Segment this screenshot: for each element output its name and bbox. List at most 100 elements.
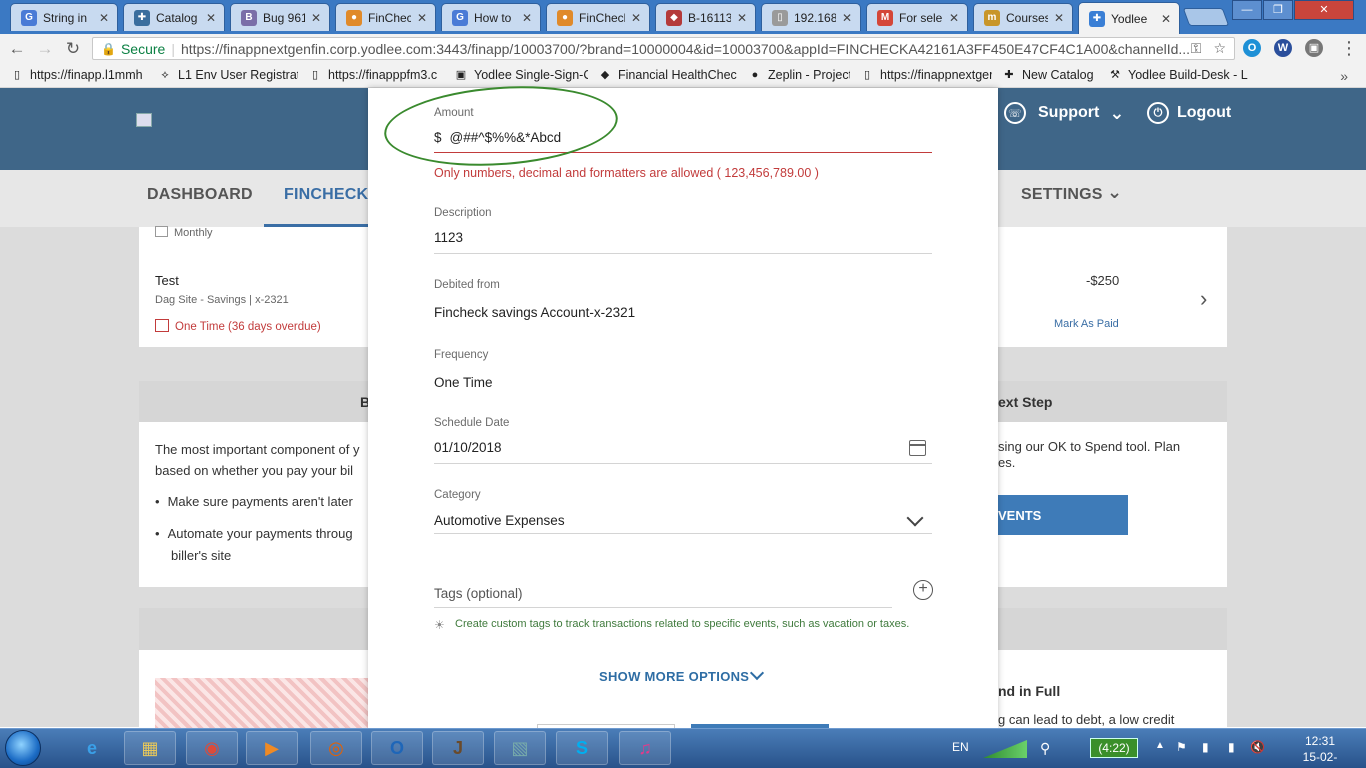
bookmark-item[interactable]: ✚ New Catalog <box>1002 68 1098 82</box>
close-icon[interactable]: ✕ <box>97 11 111 25</box>
back-icon[interactable]: ← <box>6 38 28 60</box>
minimize-button[interactable]: — <box>1232 0 1262 20</box>
taskbar-app-icon[interactable]: ▦ <box>124 731 176 765</box>
browser-tab[interactable]: m Courses ✕ <box>973 3 1073 31</box>
taskbar-app-icon[interactable]: ▶ <box>246 731 298 765</box>
close-window-button[interactable]: ✕ <box>1294 0 1354 20</box>
browser-menu-icon[interactable]: ⋮ <box>1340 38 1358 59</box>
browser-tab[interactable]: ✚ Yodlee ✕ <box>1078 2 1180 34</box>
battery-indicator[interactable]: (4:22) <box>1090 738 1138 758</box>
taskbar-app-icon[interactable]: ◎ <box>310 731 362 765</box>
url-text: https://finappnextgenfin.corp.yodlee.com… <box>180 40 1191 57</box>
promo-illustration <box>155 678 370 730</box>
forward-icon[interactable]: → <box>34 38 56 60</box>
schedule-date-label: Schedule Date <box>434 417 510 429</box>
mark-as-paid-link[interactable]: Mark As Paid <box>1054 318 1119 330</box>
tab-fincheck[interactable]: FINCHECK <box>284 186 368 204</box>
taskbar-app-icon[interactable]: ◉ <box>186 731 238 765</box>
bookmark-star-icon[interactable]: ☆ <box>1213 40 1226 57</box>
bookmark-item[interactable]: ▯ https://finapp.l1mmh <box>10 68 148 82</box>
bookmark-item[interactable]: ⟡ L1 Env User Registrat <box>158 68 298 82</box>
taskbar-app-icon[interactable]: ♫ <box>619 731 671 765</box>
tab-settings[interactable]: SETTINGS <box>1021 186 1103 204</box>
browser-tab[interactable]: ◆ B-16113 ✕ <box>655 3 756 31</box>
new-tab-button[interactable] <box>1182 8 1230 26</box>
add-tag-icon[interactable]: + <box>913 580 933 600</box>
system-clock[interactable]: 12:31 15-02-2018 <box>1290 733 1350 768</box>
chevron-right-icon[interactable]: › <box>1200 286 1207 312</box>
tab-dashboard[interactable]: DASHBOARD <box>147 186 253 204</box>
start-button[interactable] <box>5 730 41 766</box>
close-icon[interactable]: ✕ <box>840 11 854 25</box>
bookmark-item[interactable]: ▣ Yodlee Single-Sign-C <box>454 68 588 82</box>
taskbar-app-icon[interactable]: e <box>66 731 118 765</box>
signal-bars-icon[interactable]: ▮ <box>1202 740 1209 754</box>
bookmarks-overflow-icon[interactable]: » <box>1340 68 1348 84</box>
tab-favicon-icon: ▯ <box>772 9 788 26</box>
tips-bullet-continued: biller's site <box>171 548 232 563</box>
taskbar-app-icon[interactable]: S <box>556 731 608 765</box>
calendar-icon[interactable] <box>909 440 926 456</box>
reload-icon[interactable]: ↻ <box>62 38 84 60</box>
browser-tab[interactable]: ● FinCheck ✕ <box>546 3 650 31</box>
tab-title: For selen <box>899 10 943 25</box>
bookmark-icon: ▣ <box>455 69 467 81</box>
tab-favicon-icon: B <box>241 9 257 26</box>
bookmark-icon: ▯ <box>13 69 21 81</box>
close-icon[interactable]: ✕ <box>947 11 961 25</box>
tips-bullet: • Make sure payments aren't later <box>155 494 353 509</box>
close-icon[interactable]: ✕ <box>309 11 323 25</box>
bookmark-item[interactable]: ▯ https://finapppfm3.c <box>308 68 444 82</box>
taskbar-app-icon[interactable]: O <box>371 731 423 765</box>
bookmark-item[interactable]: ◆ Financial HealthChec <box>598 68 738 82</box>
yodlee-logo[interactable] <box>136 113 152 127</box>
browser-tab[interactable]: G How to ✕ <box>441 3 541 31</box>
events-button[interactable]: VENTS <box>990 495 1128 535</box>
bill-status: One Time (36 days overdue) <box>155 319 321 333</box>
browser-tab[interactable]: ✚ Catalog ✕ <box>123 3 225 31</box>
close-icon[interactable]: ✕ <box>1052 11 1066 25</box>
tab-title: How to <box>474 10 512 25</box>
taskbar-app-icon[interactable]: ▧ <box>494 731 546 765</box>
extension-icon[interactable]: O <box>1243 39 1261 57</box>
browser-tab[interactable]: G String in ✕ <box>10 3 118 31</box>
url-input[interactable]: 🔒 Secure | https://finappnextgenfin.corp… <box>92 37 1235 60</box>
bookmark-item[interactable]: ⚒ Yodlee Build-Desk - L <box>1108 68 1248 82</box>
app-glyph-icon: J <box>452 737 463 758</box>
description-input[interactable]: 1123 <box>434 230 463 245</box>
network-icon[interactable]: ⚲ <box>1040 740 1050 757</box>
lock-icon: 🔒 <box>101 41 116 56</box>
bookmark-icon: ▯ <box>863 69 871 81</box>
close-icon[interactable]: ✕ <box>629 11 643 25</box>
bookmark-item[interactable]: ● Zeplin - Project <box>748 68 850 82</box>
close-icon[interactable]: ✕ <box>1159 12 1173 26</box>
category-underline <box>434 533 932 534</box>
key-icon[interactable]: ⚿ <box>1191 40 1202 57</box>
taskbar-app-icon[interactable]: J <box>432 731 484 765</box>
browser-tab[interactable]: ▯ 192.168. ✕ <box>761 3 861 31</box>
close-icon[interactable]: ✕ <box>204 11 218 25</box>
browser-tab[interactable]: M For selen ✕ <box>866 3 968 31</box>
schedule-date-input[interactable]: 01/10/2018 <box>434 440 502 455</box>
phone-icon: ☏ <box>1004 102 1026 124</box>
maximize-button[interactable]: ❐ <box>1263 0 1293 20</box>
logout-button[interactable]: ⏻ Logout <box>1147 102 1231 124</box>
support-menu[interactable]: ☏ Support ⌄ <box>1004 102 1124 124</box>
browser-tab[interactable]: B Bug 961 ✕ <box>230 3 330 31</box>
bill-title: Test <box>155 273 179 288</box>
mute-icon[interactable]: 🔇 <box>1250 740 1265 754</box>
extension-icon[interactable]: W <box>1274 39 1292 57</box>
show-more-options-link[interactable]: SHOW MORE OPTIONS <box>599 669 749 684</box>
close-icon[interactable]: ✕ <box>520 11 534 25</box>
tags-input[interactable]: Tags (optional) <box>434 586 523 601</box>
bookmark-item[interactable]: ▯ https://finappnextger <box>860 68 992 82</box>
browser-tab[interactable]: ● FinCheck ✕ <box>335 3 436 31</box>
tray-overflow-icon[interactable]: ▲ <box>1155 740 1165 751</box>
category-select[interactable]: Automotive Expenses <box>434 513 565 528</box>
language-indicator[interactable]: EN <box>952 740 969 754</box>
battery-icon[interactable]: ▮ <box>1228 740 1235 754</box>
close-icon[interactable]: ✕ <box>415 11 429 25</box>
extension-icon[interactable]: ▣ <box>1305 39 1323 57</box>
flag-icon[interactable]: ⚑ <box>1176 740 1187 754</box>
close-icon[interactable]: ✕ <box>735 11 749 25</box>
